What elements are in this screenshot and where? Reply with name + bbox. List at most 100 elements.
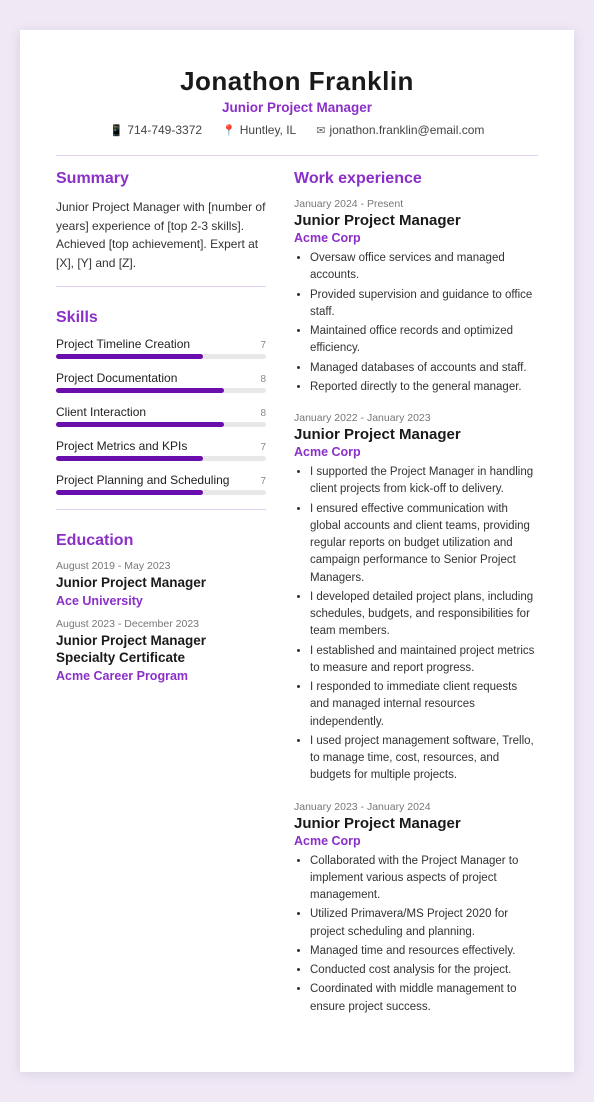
work-job-title: Junior Project Manager xyxy=(294,212,538,229)
education-item: August 2023 - December 2023 Junior Proje… xyxy=(56,618,266,683)
work-bullets-list: I supported the Project Manager in handl… xyxy=(294,464,538,785)
skill-bar-fill xyxy=(56,422,224,427)
work-bullets-list: Collaborated with the Project Manager to… xyxy=(294,853,538,1016)
skill-bar-fill xyxy=(56,354,203,359)
education-item: August 2019 - May 2023 Junior Project Ma… xyxy=(56,560,266,608)
work-bullets-list: Oversaw office services and managed acco… xyxy=(294,250,538,396)
contact-phone: 📱 714-749-3372 xyxy=(110,123,202,137)
work-title: Work experience xyxy=(294,170,538,188)
work-item: January 2023 - January 2024 Junior Proje… xyxy=(294,801,538,1016)
edu-date: August 2023 - December 2023 xyxy=(56,618,266,630)
right-column: Work experience January 2024 - Present J… xyxy=(294,170,538,1032)
education-section: Education August 2019 - May 2023 Junior … xyxy=(56,532,266,683)
skill-bar-wrapper: 8 xyxy=(56,422,266,427)
skill-bar-track xyxy=(56,490,266,495)
summary-section: Summary Junior Project Manager with [num… xyxy=(56,170,266,272)
work-date: January 2024 - Present xyxy=(294,198,538,210)
work-bullet: Reported directly to the general manager… xyxy=(310,379,538,396)
header: Jonathon Franklin Junior Project Manager… xyxy=(56,66,538,137)
education-list: August 2019 - May 2023 Junior Project Ma… xyxy=(56,560,266,683)
skill-name: Project Metrics and KPIs xyxy=(56,439,266,453)
candidate-title: Junior Project Manager xyxy=(56,100,538,115)
location-icon: 📍 xyxy=(222,124,236,137)
skills-title: Skills xyxy=(56,309,266,327)
contact-row: 📱 714-749-3372 📍 Huntley, IL ✉ jonathon.… xyxy=(56,123,538,137)
work-bullet: I developed detailed project plans, incl… xyxy=(310,589,538,641)
work-bullet: Conducted cost analysis for the project. xyxy=(310,962,538,979)
work-bullet: I used project management software, Trel… xyxy=(310,733,538,785)
skill-score: 8 xyxy=(260,408,266,419)
resume-container: Jonathon Franklin Junior Project Manager… xyxy=(20,30,574,1072)
skill-bar-track xyxy=(56,388,266,393)
skill-name: Project Documentation xyxy=(56,371,266,385)
edu-date: August 2019 - May 2023 xyxy=(56,560,266,572)
location-text: Huntley, IL xyxy=(240,123,296,137)
work-bullet: Provided supervision and guidance to off… xyxy=(310,287,538,322)
summary-text: Junior Project Manager with [number of y… xyxy=(56,198,266,272)
header-divider xyxy=(56,155,538,156)
email-text: jonathon.franklin@email.com xyxy=(329,123,484,137)
skill-bar-wrapper: 7 xyxy=(56,456,266,461)
skill-score: 8 xyxy=(260,374,266,385)
left-column: Summary Junior Project Manager with [num… xyxy=(56,170,266,1032)
candidate-name: Jonathon Franklin xyxy=(56,66,538,97)
work-company: Acme Corp xyxy=(294,445,538,459)
skill-score: 7 xyxy=(260,476,266,487)
work-job-title: Junior Project Manager xyxy=(294,426,538,443)
edu-degree: Junior Project Manager Specialty Certifi… xyxy=(56,632,266,667)
phone-text: 714-749-3372 xyxy=(127,123,202,137)
work-bullet: Managed time and resources effectively. xyxy=(310,943,538,960)
work-bullet: Managed databases of accounts and staff. xyxy=(310,360,538,377)
skill-bar-track xyxy=(56,354,266,359)
skill-item: Project Metrics and KPIs 7 xyxy=(56,439,266,461)
work-item: January 2022 - January 2023 Junior Proje… xyxy=(294,412,538,785)
skill-name: Project Planning and Scheduling xyxy=(56,473,266,487)
skill-bar-track xyxy=(56,456,266,461)
work-bullet: Utilized Primavera/MS Project 2020 for p… xyxy=(310,906,538,941)
skills-divider xyxy=(56,509,266,510)
edu-school: Ace University xyxy=(56,594,266,608)
skill-name: Client Interaction xyxy=(56,405,266,419)
work-job-title: Junior Project Manager xyxy=(294,815,538,832)
skill-bar-track xyxy=(56,422,266,427)
skill-bar-fill xyxy=(56,490,203,495)
contact-email: ✉ jonathon.franklin@email.com xyxy=(316,123,484,137)
email-icon: ✉ xyxy=(316,124,325,137)
skill-item: Client Interaction 8 xyxy=(56,405,266,427)
work-bullet: I established and maintained project met… xyxy=(310,643,538,678)
summary-title: Summary xyxy=(56,170,266,188)
edu-degree: Junior Project Manager xyxy=(56,574,266,592)
work-bullet: Coordinated with middle management to en… xyxy=(310,981,538,1016)
skill-item: Project Timeline Creation 7 xyxy=(56,337,266,359)
work-bullet: Oversaw office services and managed acco… xyxy=(310,250,538,285)
body-columns: Summary Junior Project Manager with [num… xyxy=(56,170,538,1032)
work-bullet: Collaborated with the Project Manager to… xyxy=(310,853,538,905)
skill-score: 7 xyxy=(260,442,266,453)
work-bullet: I ensured effective communication with g… xyxy=(310,501,538,587)
work-item: January 2024 - Present Junior Project Ma… xyxy=(294,198,538,396)
education-title: Education xyxy=(56,532,266,550)
work-date: January 2023 - January 2024 xyxy=(294,801,538,813)
work-list: January 2024 - Present Junior Project Ma… xyxy=(294,198,538,1016)
phone-icon: 📱 xyxy=(110,124,124,137)
skill-bar-fill xyxy=(56,388,224,393)
skill-bar-wrapper: 7 xyxy=(56,490,266,495)
skill-score: 7 xyxy=(260,340,266,351)
contact-location: 📍 Huntley, IL xyxy=(222,123,296,137)
work-bullet: I supported the Project Manager in handl… xyxy=(310,464,538,499)
skills-section: Skills Project Timeline Creation 7 Proje… xyxy=(56,309,266,495)
work-company: Acme Corp xyxy=(294,231,538,245)
skills-list: Project Timeline Creation 7 Project Docu… xyxy=(56,337,266,495)
skill-bar-fill xyxy=(56,456,203,461)
work-company: Acme Corp xyxy=(294,834,538,848)
skill-bar-wrapper: 7 xyxy=(56,354,266,359)
skill-bar-wrapper: 8 xyxy=(56,388,266,393)
summary-divider xyxy=(56,286,266,287)
skill-item: Project Planning and Scheduling 7 xyxy=(56,473,266,495)
skill-item: Project Documentation 8 xyxy=(56,371,266,393)
edu-school: Acme Career Program xyxy=(56,669,266,683)
work-bullet: Maintained office records and optimized … xyxy=(310,323,538,358)
skill-name: Project Timeline Creation xyxy=(56,337,266,351)
work-bullet: I responded to immediate client requests… xyxy=(310,679,538,731)
work-date: January 2022 - January 2023 xyxy=(294,412,538,424)
